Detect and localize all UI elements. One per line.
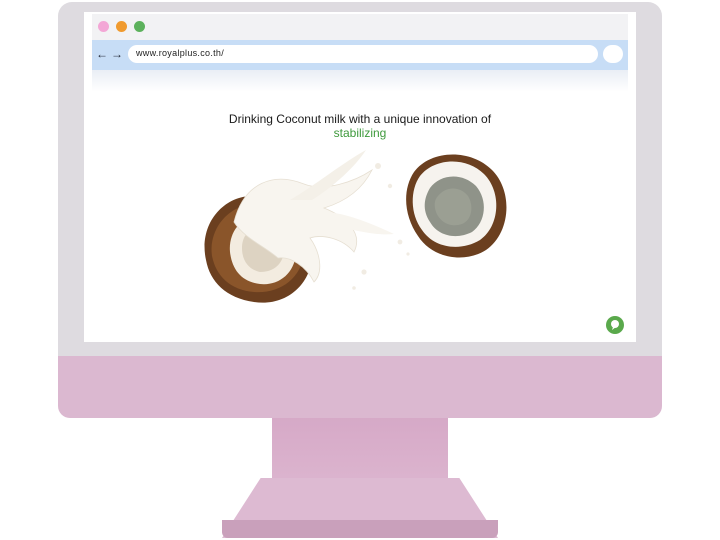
window-close-button[interactable]	[98, 21, 109, 32]
arrow-right-icon[interactable]: →	[111, 47, 123, 61]
monitor-chin	[58, 356, 662, 418]
chat-button[interactable]	[606, 316, 624, 334]
coconut-milk-splash-image	[204, 150, 507, 303]
toolbar-action-button[interactable]	[603, 45, 623, 63]
address-bar[interactable]: www.royalplus.co.th/	[128, 45, 598, 63]
page-headline-accent: stabilizing	[333, 126, 387, 140]
page-headline: Drinking Coconut milk with a unique inno…	[228, 112, 492, 126]
arrow-left-icon[interactable]: ←	[96, 47, 108, 61]
browser-toolbar: ← → www.royalplus.co.th/	[92, 40, 628, 70]
monitor-stand-base	[222, 520, 498, 538]
window-minimize-button[interactable]	[116, 21, 127, 32]
address-bar-url: www.royalplus.co.th/	[136, 48, 225, 58]
chat-icon	[611, 320, 619, 330]
monitor-screen: ← → www.royalplus.co.th/ Drinking Coconu…	[84, 12, 636, 342]
imac-mockup: ← → www.royalplus.co.th/ Drinking Coconu…	[0, 0, 720, 540]
window-maximize-button[interactable]	[134, 21, 145, 32]
header-shade	[92, 70, 628, 92]
monitor-stand-neck	[272, 418, 448, 488]
browser-titlebar	[92, 14, 628, 40]
